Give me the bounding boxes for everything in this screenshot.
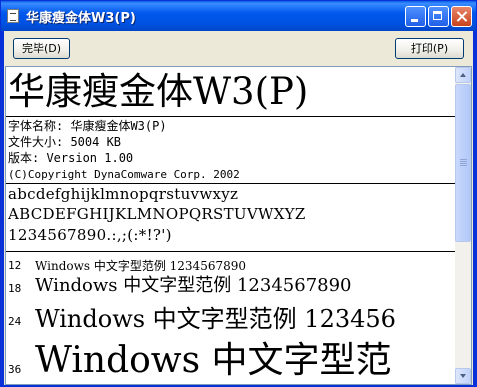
file-size-info: 文件大小: 5004 KB: [8, 135, 122, 149]
grip-line: [460, 159, 467, 160]
client-area: 完毕(D) 打印(P) 华康瘦金体W3(P) 字体名称: 华康瘦金体W3(P) …: [4, 31, 473, 385]
copyright-info: (C)Copyright DynaComware Corp. 2002: [8, 168, 240, 181]
divider: [6, 116, 455, 117]
sample-line-24: Windows 中文字型范例 123456: [35, 305, 396, 333]
grip-line: [460, 163, 467, 164]
close-button[interactable]: [451, 6, 472, 27]
font-preview-content: 华康瘦金体W3(P) 字体名称: 华康瘦金体W3(P) 文件大小: 5004 K…: [6, 67, 455, 384]
version-info: 版本: Version 1.00: [8, 151, 134, 165]
font-preview-pane[interactable]: 华康瘦金体W3(P) 字体名称: 华康瘦金体W3(P) 文件大小: 5004 K…: [5, 66, 472, 385]
lowercase-sample: abcdefghijklmnopqrstuvwxyz: [8, 185, 239, 203]
sample-size-label: 12: [8, 259, 22, 272]
minimize-button[interactable]: [405, 6, 426, 27]
done-button[interactable]: 完毕(D): [13, 38, 70, 59]
sample-line-18: Windows 中文字型范例 1234567890: [35, 275, 352, 296]
print-button[interactable]: 打印(P): [395, 38, 464, 59]
scrollbar-thumb[interactable]: [455, 84, 471, 242]
maximize-button[interactable]: [428, 6, 449, 27]
grip-line: [460, 161, 467, 162]
font-viewer-window: 华康瘦金体W3(P) 完毕(D) 打印(P) 华康瘦金体W3(P) 字体名称: …: [0, 0, 477, 387]
digits-sample: 1234567890.:,;(:*!?'): [8, 226, 172, 244]
font-file-icon[interactable]: [7, 9, 19, 23]
title-bar[interactable]: 华康瘦金体W3(P): [1, 1, 476, 31]
sample-line-36: Windows 中文字型范: [35, 340, 392, 381]
font-display-name: 华康瘦金体W3(P): [8, 70, 309, 113]
divider: [6, 251, 455, 252]
grip-line: [460, 165, 467, 166]
divider: [6, 183, 455, 184]
vertical-scrollbar[interactable]: [455, 67, 471, 384]
sample-size-label: 36: [8, 363, 22, 376]
scroll-down-arrow-icon[interactable]: [455, 368, 471, 384]
uppercase-sample: ABCDEFGHIJKLMNOPQRSTUVWXYZ: [8, 205, 306, 223]
scroll-up-arrow-icon[interactable]: [455, 67, 471, 83]
sample-size-label: 18: [8, 282, 22, 295]
sample-size-label: 24: [8, 315, 22, 328]
window-title: 华康瘦金体W3(P): [26, 11, 136, 26]
font-name-info: 字体名称: 华康瘦金体W3(P): [8, 119, 167, 133]
